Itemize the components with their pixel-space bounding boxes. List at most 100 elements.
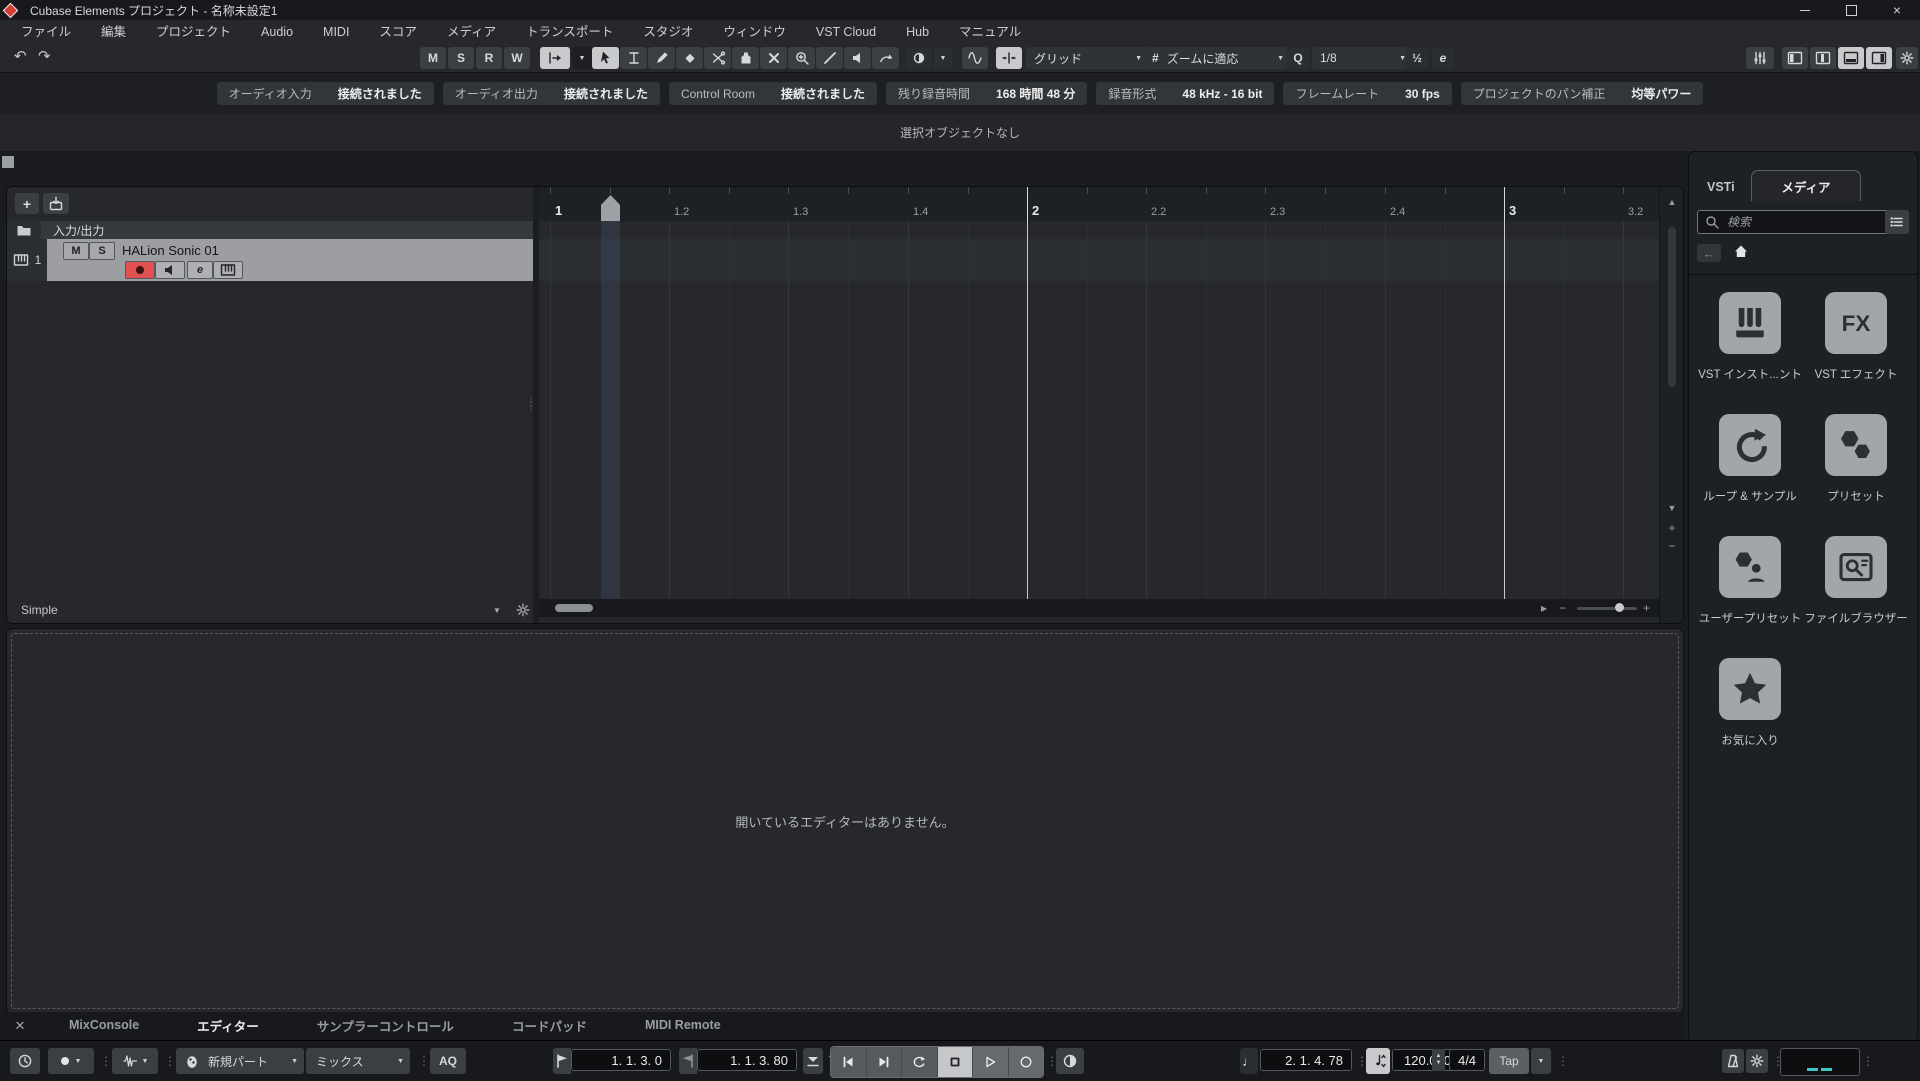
menu-item[interactable]: スコア bbox=[364, 20, 432, 44]
media-tile[interactable]: プリセット bbox=[1803, 414, 1909, 536]
menu-item[interactable]: スタジオ bbox=[628, 20, 708, 44]
quantize-icon[interactable]: Q bbox=[1286, 47, 1310, 69]
info-field[interactable]: オーディオ入力 接続されました bbox=[216, 82, 434, 105]
vertical-scrollbar[interactable]: ▲ ▼ + − bbox=[1659, 187, 1683, 623]
automation-write-w[interactable]: W bbox=[504, 47, 530, 69]
stop-button[interactable] bbox=[937, 1047, 973, 1077]
zoom-slider[interactable] bbox=[1577, 607, 1637, 610]
play-tool[interactable] bbox=[844, 47, 871, 69]
performance-meter[interactable] bbox=[1780, 1048, 1860, 1076]
mute-tool[interactable] bbox=[760, 47, 787, 69]
draw-tool[interactable] bbox=[648, 47, 675, 69]
object-select-tool[interactable] bbox=[592, 47, 619, 69]
menu-item[interactable]: プロジェクト bbox=[141, 20, 246, 44]
undo-icon[interactable]: ↶ bbox=[14, 47, 27, 65]
automation-read-r[interactable]: R bbox=[476, 47, 502, 69]
midi-record-mode-dropdown[interactable]: ミックス ▼ bbox=[306, 1048, 410, 1074]
menu-item[interactable]: 編集 bbox=[86, 20, 141, 44]
horizontal-scrollbar[interactable]: ▸ − + bbox=[539, 599, 1659, 617]
line-tool[interactable] bbox=[816, 47, 843, 69]
info-field[interactable]: Control Room 接続されました bbox=[668, 82, 877, 105]
quantize-dropdown[interactable]: 1/8 ▼ bbox=[1312, 47, 1414, 69]
punch-out-flag-icon[interactable] bbox=[679, 1048, 697, 1074]
event-display-grid[interactable] bbox=[539, 221, 1659, 599]
grid-type-dropdown[interactable]: # ズームに適応 ▼ bbox=[1144, 47, 1292, 69]
back-icon[interactable]: ← bbox=[1697, 244, 1721, 262]
menu-item[interactable]: Hub bbox=[891, 20, 944, 44]
time-format-icon[interactable]: ♩ bbox=[1240, 1048, 1258, 1074]
list-view-button[interactable] bbox=[1885, 210, 1909, 234]
audio-record-mode-dropdown[interactable]: ▼ bbox=[112, 1048, 158, 1074]
redo-icon[interactable]: ↷ bbox=[38, 47, 51, 65]
swing-quantize-button[interactable]: ½ bbox=[1406, 47, 1428, 69]
zoom-out-icon[interactable]: − bbox=[1559, 599, 1566, 617]
goto-end-button[interactable] bbox=[866, 1047, 902, 1077]
use-track-preset-button[interactable] bbox=[43, 193, 69, 214]
color-tool-dropdown[interactable]: ▼ bbox=[934, 47, 952, 69]
inspector-toggle[interactable] bbox=[1810, 47, 1836, 69]
info-field[interactable]: プロジェクトのパン補正 均等パワー bbox=[1460, 82, 1704, 105]
midi-insert-mode-dropdown[interactable]: 新規パート ▼ bbox=[176, 1048, 304, 1074]
metronome-button[interactable] bbox=[1722, 1049, 1744, 1073]
tab-コードパッド[interactable]: コードパッド bbox=[483, 1012, 616, 1040]
media-tile[interactable]: FX VST エフェクト bbox=[1803, 292, 1909, 414]
scrub-tool[interactable] bbox=[872, 47, 899, 69]
mixconsole-button[interactable] bbox=[1746, 47, 1774, 69]
left-locator-display[interactable]: 1. 1. 3. 0 bbox=[571, 1049, 671, 1071]
tab-vsti[interactable]: VSTi bbox=[1707, 180, 1735, 194]
setup-toolbar-button[interactable] bbox=[1896, 47, 1918, 69]
zoom-slider-thumb[interactable] bbox=[1615, 603, 1624, 612]
add-track-button[interactable]: + bbox=[15, 193, 39, 214]
go-to-left-locator-button[interactable] bbox=[803, 1048, 823, 1074]
punch-in-flag-icon[interactable] bbox=[553, 1048, 571, 1074]
time-signature-display[interactable]: 4/4 bbox=[1449, 1049, 1485, 1071]
minimize-button[interactable] bbox=[1782, 0, 1828, 20]
menu-item[interactable]: ファイル bbox=[6, 20, 86, 44]
primary-time-display[interactable]: 2. 1. 4. 78 bbox=[1260, 1049, 1352, 1071]
record-mode-dropdown[interactable]: ▼ bbox=[48, 1048, 94, 1074]
tab-エディター[interactable]: エディター bbox=[168, 1012, 288, 1042]
right-locator-display[interactable]: 1. 1. 3. 80 bbox=[697, 1049, 797, 1071]
left-zone-toggle[interactable] bbox=[1782, 47, 1808, 69]
goto-start-button[interactable] bbox=[831, 1047, 867, 1077]
window-layout-handle[interactable] bbox=[2, 156, 14, 168]
media-tile[interactable]: ループ & サンプル bbox=[1697, 414, 1803, 536]
lower-zone-toggle[interactable] bbox=[1838, 47, 1864, 69]
monitor-button[interactable] bbox=[155, 261, 185, 279]
vscroll-thumb[interactable] bbox=[1668, 227, 1676, 387]
snap-type-dropdown[interactable]: グリッド ▼ bbox=[1026, 47, 1150, 69]
split-tool[interactable] bbox=[704, 47, 731, 69]
automation-read-m[interactable]: M bbox=[420, 47, 446, 69]
punch-button[interactable] bbox=[1056, 1048, 1084, 1074]
record-enable-button[interactable] bbox=[125, 261, 155, 279]
menu-item[interactable]: MIDI bbox=[308, 20, 364, 44]
color-tool[interactable] bbox=[906, 47, 932, 69]
track-setup-gear-icon[interactable] bbox=[515, 602, 531, 618]
track-main[interactable]: M S HALion Sonic 01 e bbox=[47, 239, 533, 281]
media-search-input[interactable] bbox=[1725, 214, 1849, 230]
range-select-tool[interactable] bbox=[620, 47, 647, 69]
autoscroll-dropdown[interactable]: ▼ bbox=[572, 47, 592, 69]
close-button[interactable]: × bbox=[1874, 0, 1920, 20]
track-name[interactable]: HALion Sonic 01 bbox=[122, 243, 219, 258]
record-time-max-button[interactable] bbox=[10, 1048, 40, 1074]
tab-media[interactable]: メディア bbox=[1751, 170, 1861, 201]
zoom-tool[interactable] bbox=[788, 47, 815, 69]
info-field[interactable]: フレームレート 30 fps bbox=[1283, 82, 1452, 105]
cycle-marker[interactable] bbox=[601, 195, 620, 221]
info-field[interactable]: 残り録音時間 168 時間 48 分 bbox=[886, 82, 1088, 105]
erase-tool[interactable] bbox=[676, 47, 703, 69]
scroll-up-icon[interactable]: ▲ bbox=[1660, 197, 1683, 207]
maximize-button[interactable] bbox=[1828, 0, 1874, 20]
menu-item[interactable]: メディア bbox=[432, 20, 511, 44]
close-lower-zone-icon[interactable]: ✕ bbox=[0, 1018, 40, 1034]
snap-zero-cross-button[interactable] bbox=[962, 47, 988, 69]
right-zone-toggle[interactable] bbox=[1866, 47, 1892, 69]
info-field[interactable]: 録音形式 48 kHz - 16 bit bbox=[1096, 82, 1275, 105]
io-folder-track[interactable]: 入力/出力 bbox=[7, 221, 533, 239]
autoscroll-button[interactable] bbox=[540, 47, 570, 69]
play-button[interactable] bbox=[973, 1047, 1009, 1077]
automation-read-s[interactable]: S bbox=[448, 47, 474, 69]
scroll-down-icon[interactable]: ▼ bbox=[1660, 503, 1683, 513]
media-tile[interactable]: VST インスト...ント bbox=[1697, 292, 1803, 414]
